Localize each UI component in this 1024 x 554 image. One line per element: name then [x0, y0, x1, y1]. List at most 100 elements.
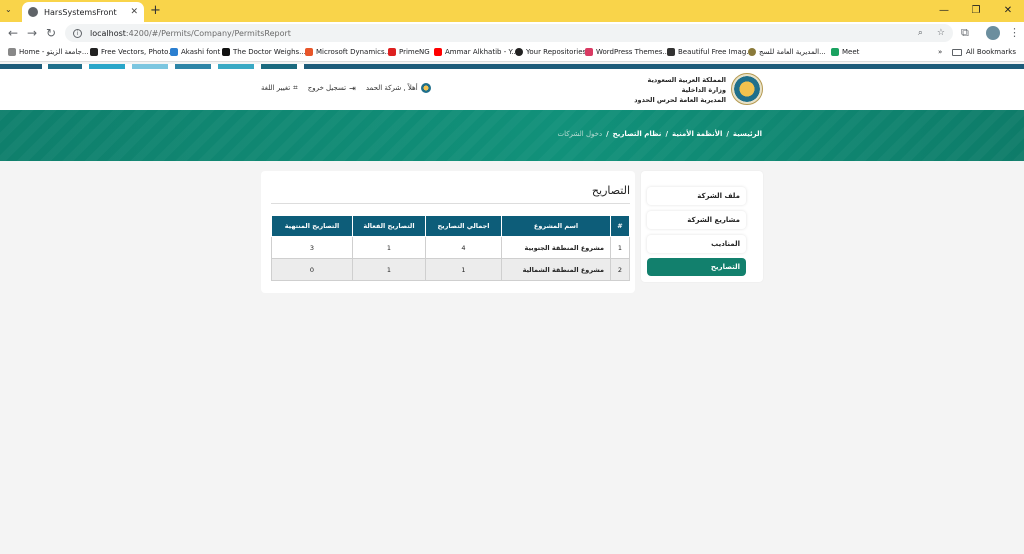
breadcrumb-separator: /: [665, 130, 668, 138]
bookmark-item[interactable]: Beautiful Free Imag...: [667, 48, 753, 56]
minimize-icon[interactable]: —: [928, 0, 960, 22]
breadcrumb-separator: /: [606, 130, 609, 138]
browser-tab-bar: ⌄ HarsSystemsFront ✕ + — ❐ ✕: [0, 0, 1024, 22]
breadcrumb-current: دخول الشركات: [557, 130, 603, 138]
back-icon[interactable]: ←: [8, 26, 18, 40]
sidebar-item-company-projects[interactable]: مشاريع الشركة: [647, 211, 746, 229]
bookmark-item[interactable]: Home - جامعة الزيتو...: [8, 48, 89, 56]
tab-favicon-icon: [28, 7, 38, 17]
breadcrumb: الرئيسية / الأنظمة الأمنية / نظام التصار…: [557, 130, 762, 138]
cell-expired-permits: 0: [271, 258, 353, 281]
table-row[interactable]: 1 مشروع المنطقة الجنوبية 4 1 3: [271, 236, 630, 259]
gov-kingdom: المملكة العربية السعودية: [647, 76, 726, 84]
forward-icon[interactable]: →: [27, 26, 37, 40]
github-icon: [515, 48, 523, 56]
column-header-total-permits: اجمالي التصاريح: [425, 215, 502, 237]
breadcrumb-separator: /: [726, 130, 729, 138]
primeng-icon: [388, 48, 396, 56]
tab-search-icon[interactable]: ⌄: [5, 5, 12, 14]
sidebar-menu: ملف الشركة مشاريع الشركة المناديب التصار…: [641, 171, 763, 282]
zoom-icon[interactable]: ⌕: [918, 28, 923, 38]
logout-link[interactable]: ⇥ تسجيل خروج: [308, 84, 356, 93]
hero-banner: الرئيسية / الأنظمة الأمنية / نظام التصار…: [0, 110, 1024, 161]
table-header-row: # اسم المشروع اجمالي التصاريح التصاريح ا…: [271, 215, 630, 237]
bookmark-item[interactable]: Ammar Alkhatib - Y...: [434, 48, 518, 56]
browser-menu-icon[interactable]: ⋮: [1009, 26, 1020, 39]
meet-icon: [831, 48, 839, 56]
border-guard-logo: [731, 73, 763, 105]
window-controls: — ❐ ✕: [928, 0, 1024, 22]
bookmark-favicon-icon: [667, 48, 675, 56]
site-info-icon[interactable]: i: [73, 28, 82, 38]
bookmark-favicon-icon: [748, 48, 756, 56]
cell-index: 1: [610, 236, 630, 259]
address-bar: ← → ↻ i localhost:4200/#/Permits/Company…: [0, 22, 1024, 44]
column-header-index: #: [610, 215, 630, 237]
cell-expired-permits: 3: [271, 236, 353, 259]
bookmark-item[interactable]: Meet: [831, 48, 859, 56]
cell-total-permits: 1: [425, 258, 502, 281]
site-header: المملكة العربية السعودية وزارة الداخلية …: [0, 69, 1024, 110]
tab-close-icon[interactable]: ✕: [130, 7, 138, 17]
url-path: :4200/#/Permits/Company/PermitsReport: [125, 28, 291, 38]
bookmark-item[interactable]: WordPress Themes...: [585, 48, 669, 56]
browser-tab[interactable]: HarsSystemsFront ✕: [22, 2, 144, 22]
folder-icon: [951, 48, 962, 56]
page-content: المملكة العربية السعودية وزارة الداخلية …: [0, 62, 1024, 554]
url-input[interactable]: i localhost:4200/#/Permits/Company/Permi…: [65, 24, 953, 42]
url-host: localhost: [90, 28, 126, 38]
youtube-icon: [434, 48, 442, 56]
cell-index: 2: [610, 258, 630, 281]
bookmark-item[interactable]: PrimeNG: [388, 48, 430, 56]
bookmark-item[interactable]: المديرية العامة للسج...: [748, 48, 826, 56]
sidebar-item-company-profile[interactable]: ملف الشركة: [647, 187, 746, 205]
gov-ministry: وزارة الداخلية: [681, 86, 726, 94]
tab-title: HarsSystemsFront: [44, 7, 117, 17]
column-header-project-name: اسم المشروع: [501, 215, 611, 237]
change-language-link[interactable]: ⌗ تغيير اللغة: [261, 83, 298, 93]
logout-icon: ⇥: [349, 83, 356, 93]
reload-icon[interactable]: ↻: [46, 26, 56, 40]
cell-active-permits: 1: [352, 236, 426, 259]
bookmark-favicon-icon: [222, 48, 230, 56]
new-tab-icon[interactable]: +: [150, 3, 161, 18]
user-avatar-icon: [420, 83, 431, 93]
cell-project-name: مشروع المنطقة الجنوبية: [501, 236, 611, 259]
bookmark-item[interactable]: Akashi font: [170, 48, 220, 56]
table-row[interactable]: 2 مشروع المنطقة الشمالية 1 1 0: [271, 258, 630, 281]
gov-directorate: المديرية العامة لحرس الحدود: [634, 96, 726, 104]
breadcrumb-permits-system[interactable]: نظام التصاريح: [613, 130, 662, 138]
cell-project-name: مشروع المنطقة الشمالية: [501, 258, 611, 281]
extensions-icon[interactable]: ⧉: [961, 26, 969, 40]
all-bookmarks[interactable]: All Bookmarks: [951, 48, 1016, 56]
cell-active-permits: 1: [352, 258, 426, 281]
bookmark-star-icon[interactable]: ☆: [937, 28, 945, 38]
restore-icon[interactable]: ❐: [960, 0, 992, 22]
bookmark-item[interactable]: Free Vectors, Photo...: [90, 48, 175, 56]
profile-avatar[interactable]: [986, 26, 1000, 40]
bookmark-item[interactable]: The Doctor Weighs...: [222, 48, 306, 56]
bookmark-item[interactable]: Microsoft Dynamics...: [305, 48, 391, 56]
bookmark-item[interactable]: Your Repositories: [515, 48, 586, 56]
breadcrumb-security-systems[interactable]: الأنظمة الأمنية: [672, 130, 722, 138]
column-header-expired-permits: التصاريح المنتهية: [271, 215, 353, 237]
permits-card: التصاريح # اسم المشروع اجمالي التصاريح ا…: [261, 171, 635, 293]
user-area: أهلاً , شركة الحمد ⇥ تسجيل خروج ⌗ تغيير …: [261, 83, 431, 93]
title-divider: [271, 203, 630, 204]
government-title: المملكة العربية السعودية وزارة الداخلية …: [634, 75, 726, 105]
user-greeting[interactable]: أهلاً , شركة الحمد: [366, 83, 431, 93]
sidebar-item-permits[interactable]: التصاريح: [647, 258, 746, 276]
bookmark-favicon-icon: [585, 48, 593, 56]
more-bookmarks-icon[interactable]: »: [938, 48, 942, 56]
bookmark-favicon-icon: [170, 48, 178, 56]
language-icon: ⌗: [293, 83, 298, 92]
cell-total-permits: 4: [425, 236, 502, 259]
column-header-active-permits: التصاريح الفعالة: [352, 215, 426, 237]
bookmark-favicon-icon: [8, 48, 16, 56]
breadcrumb-home[interactable]: الرئيسية: [733, 130, 762, 138]
microsoft-icon: [305, 48, 313, 56]
page-title: التصاريح: [591, 184, 630, 197]
sidebar-item-delegates[interactable]: المناديب: [647, 235, 746, 253]
close-window-icon[interactable]: ✕: [992, 0, 1024, 22]
permits-table: # اسم المشروع اجمالي التصاريح التصاريح ا…: [271, 215, 630, 281]
